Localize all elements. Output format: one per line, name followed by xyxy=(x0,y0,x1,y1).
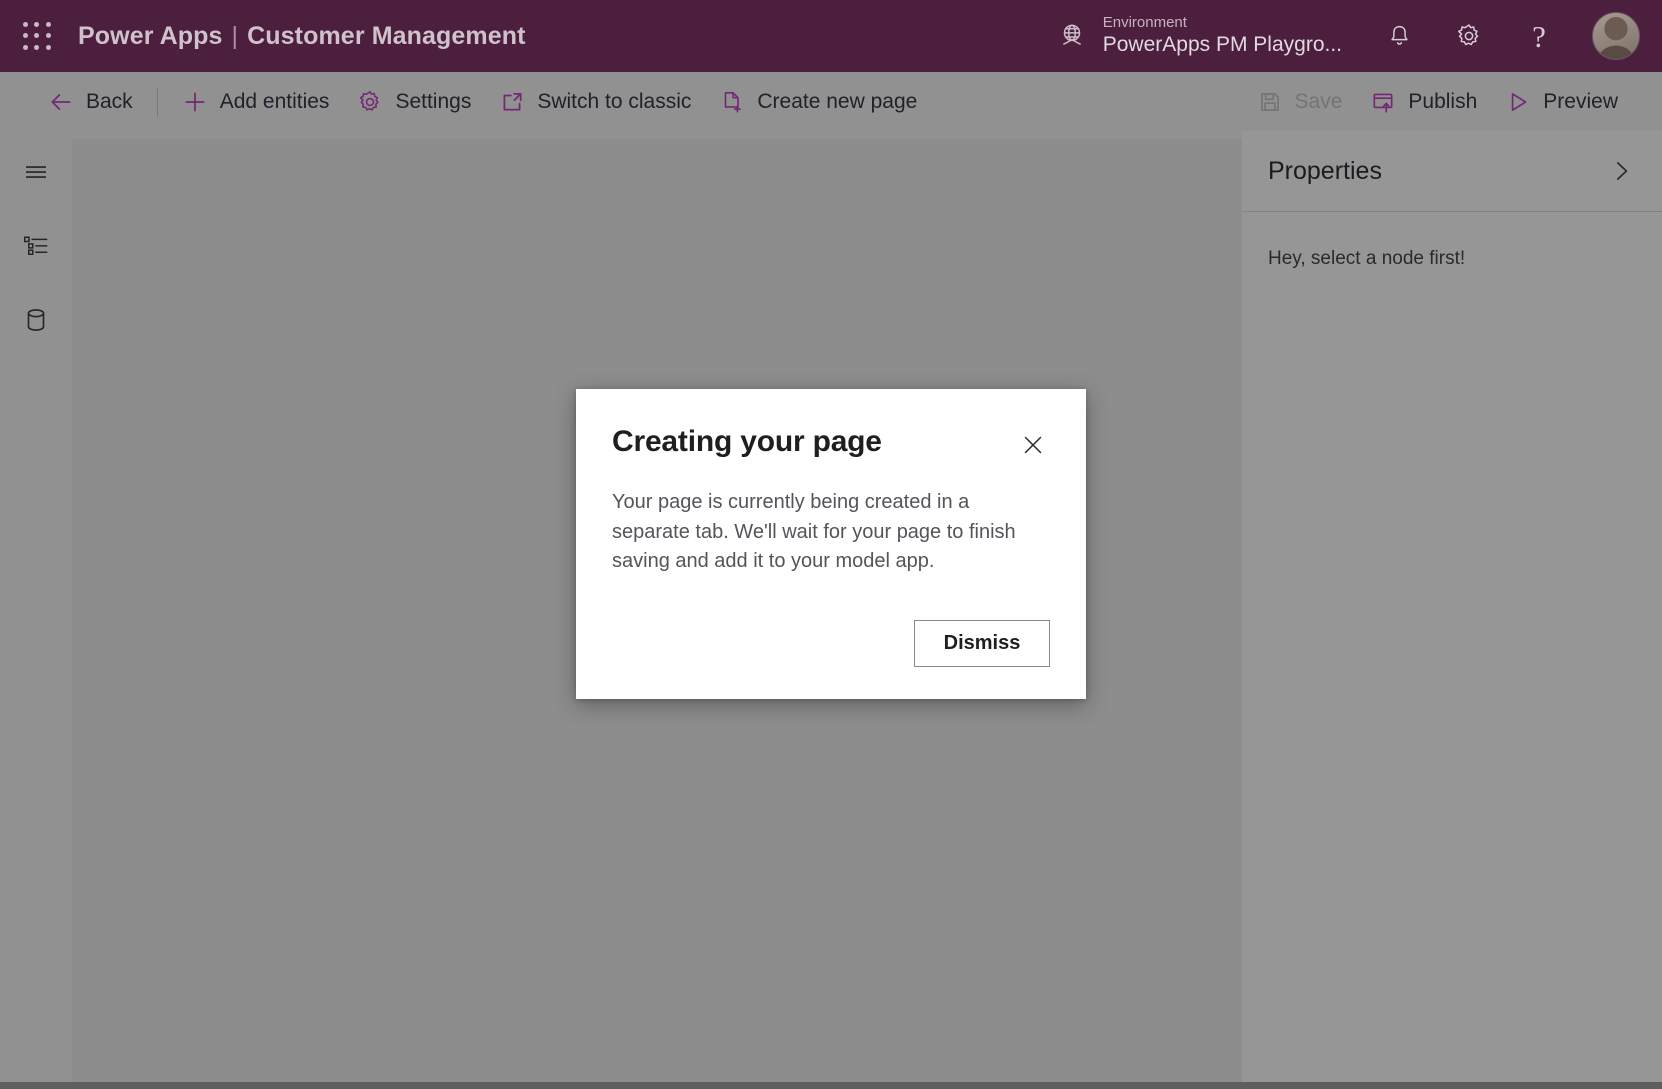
dialog-actions: Dismiss xyxy=(914,620,1050,667)
dismiss-button[interactable]: Dismiss xyxy=(914,620,1050,667)
modal-overlay: Creating your page Your page is currentl… xyxy=(0,0,1662,1089)
dialog-title: Creating your page xyxy=(612,425,882,458)
creating-page-dialog: Creating your page Your page is currentl… xyxy=(576,389,1086,699)
dialog-body-text: Your page is currently being created in … xyxy=(612,491,1016,573)
dialog-header: Creating your page xyxy=(612,425,1050,462)
close-x-icon[interactable] xyxy=(1016,428,1050,462)
